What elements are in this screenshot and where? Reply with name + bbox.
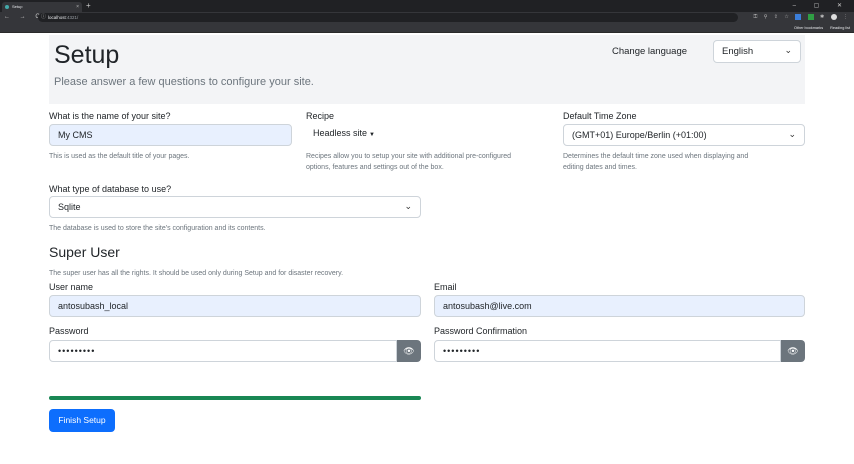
url-port: :4321/ bbox=[65, 15, 79, 20]
chevron-down-icon: ⌄ bbox=[404, 201, 412, 211]
site-name-help: This is used as the default title of you… bbox=[49, 153, 190, 160]
tab-title: Setup bbox=[12, 4, 23, 9]
password-input[interactable]: ••••••••• bbox=[49, 340, 397, 362]
username-input[interactable]: antosubash_local bbox=[49, 295, 421, 317]
extension-icon[interactable] bbox=[795, 13, 802, 20]
recipe-help-line: Recipes allow you to setup your site wit… bbox=[306, 153, 512, 160]
language-value: English bbox=[722, 46, 754, 57]
timezone-value: (GMT+01) Europe/Berlin (+01:00) bbox=[572, 130, 707, 140]
site-name-label: What is the name of your site? bbox=[49, 111, 171, 121]
email-label: Email bbox=[434, 282, 457, 292]
database-select[interactable]: Sqlite ⌄ bbox=[49, 196, 421, 218]
password-confirm-label: Password Confirmation bbox=[434, 326, 528, 336]
url-host: localhost bbox=[48, 15, 66, 20]
key-icon[interactable]: ⚿ bbox=[754, 12, 758, 23]
close-tab-icon[interactable]: × bbox=[76, 2, 79, 12]
timezone-label: Default Time Zone bbox=[563, 111, 637, 121]
database-help: The database is used to store the site's… bbox=[49, 225, 266, 232]
timezone-help: Determines the default time zone used wh… bbox=[563, 151, 748, 173]
reading-list[interactable]: Reading list bbox=[830, 26, 850, 30]
other-bookmarks[interactable]: Other bookmarks bbox=[794, 26, 823, 30]
info-icon[interactable]: ⓘ bbox=[41, 13, 46, 22]
star-icon[interactable]: ☆ bbox=[784, 12, 788, 23]
timezone-help-line: editing dates and times. bbox=[563, 164, 637, 171]
page-header: Setup Please answer a few questions to c… bbox=[49, 35, 805, 104]
extension-icon[interactable] bbox=[807, 13, 814, 20]
recipe-dropdown[interactable]: Headless site ▼ bbox=[306, 123, 382, 145]
database-label: What type of database to use? bbox=[49, 184, 172, 194]
avatar[interactable] bbox=[830, 13, 837, 20]
username-label: User name bbox=[49, 282, 94, 292]
address-bar[interactable]: ⓘ localhost:4321/ bbox=[38, 13, 738, 22]
window-controls[interactable]: – ▢ ✕ bbox=[793, 0, 850, 12]
recipe-help: Recipes allow you to setup your site wit… bbox=[306, 151, 511, 173]
page-title: Setup bbox=[54, 41, 120, 69]
change-language-label: Change language bbox=[612, 46, 688, 57]
language-select[interactable]: English ⌄ bbox=[713, 40, 801, 63]
recipe-label: Recipe bbox=[306, 111, 335, 121]
favicon-icon bbox=[5, 5, 9, 9]
bookmarks-bar: AppsBookmarksxfinityHacker News[DFIR] DO… bbox=[0, 23, 854, 33]
site-name-input[interactable]: My CMS bbox=[49, 124, 292, 146]
eye-icon[interactable]: 👁 bbox=[781, 340, 805, 362]
eye-icon[interactable]: 👁 bbox=[397, 340, 421, 362]
caret-down-icon: ▼ bbox=[369, 132, 375, 138]
bookmark-list: AppsBookmarksxfinityHacker News[DFIR] DO… bbox=[4, 23, 764, 32]
share-icon[interactable]: ⇪ bbox=[774, 12, 778, 23]
browser-tab[interactable]: Setup × bbox=[2, 2, 82, 12]
super-user-help: The super user has all the rights. It sh… bbox=[49, 270, 344, 277]
zoom-icon[interactable]: ⚲ bbox=[764, 12, 768, 23]
password-label: Password bbox=[49, 326, 89, 336]
finish-setup-button[interactable]: Finish Setup bbox=[49, 409, 115, 432]
puzzle-icon[interactable]: ✱ bbox=[820, 12, 824, 23]
address-bar-row: ← → C ⓘ localhost:4321/ ⚿ ⚲ ⇪ ☆ ✱ ⋮ bbox=[0, 12, 854, 23]
setup-page: Setup Please answer a few questions to c… bbox=[0, 33, 854, 464]
extensions-area: ⚿ ⚲ ⇪ ☆ ✱ ⋮ bbox=[749, 12, 848, 23]
bookmarks-right: Other bookmarks Reading list bbox=[788, 23, 850, 32]
new-tab-button[interactable]: + bbox=[86, 1, 91, 11]
chevron-down-icon: ⌄ bbox=[788, 129, 796, 139]
database-value: Sqlite bbox=[58, 202, 81, 212]
chevron-down-icon: ⌄ bbox=[784, 45, 792, 55]
super-user-heading: Super User bbox=[49, 244, 120, 260]
password-strength-bar bbox=[49, 396, 421, 400]
page-subtitle: Please answer a few questions to configu… bbox=[54, 76, 314, 88]
recipe-help-line: options, features and settings out of th… bbox=[306, 164, 444, 171]
timezone-select[interactable]: (GMT+01) Europe/Berlin (+01:00) ⌄ bbox=[563, 124, 805, 146]
recipe-value: Headless site bbox=[313, 128, 368, 138]
timezone-help-line: Determines the default time zone used wh… bbox=[563, 153, 749, 160]
password-confirm-input[interactable]: ••••••••• bbox=[434, 340, 781, 362]
browser-tab-strip: Setup × + – ▢ ✕ bbox=[0, 0, 854, 12]
email-input[interactable]: antosubash@live.com bbox=[434, 295, 805, 317]
menu-icon[interactable]: ⋮ bbox=[843, 12, 848, 23]
